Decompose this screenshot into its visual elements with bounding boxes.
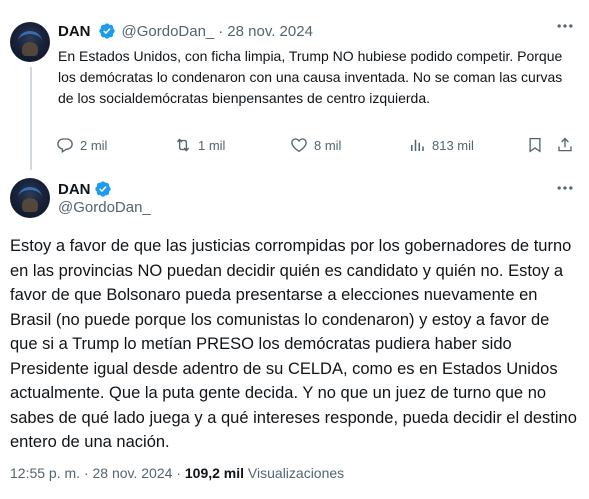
bookmark-button[interactable] bbox=[526, 136, 544, 154]
views-count: 813 mil bbox=[432, 137, 474, 153]
main-tweet-author: DAN bbox=[58, 180, 112, 198]
verified-badge-icon bbox=[98, 23, 115, 39]
author-name[interactable]: DAN bbox=[58, 181, 91, 198]
repost-count: 1 mil bbox=[198, 137, 226, 153]
views-icon bbox=[411, 139, 424, 151]
tweet-date[interactable]: 28 nov. 2024 bbox=[227, 23, 313, 40]
separator: · bbox=[83, 465, 89, 481]
separator: · bbox=[218, 22, 224, 40]
avatar[interactable] bbox=[10, 22, 50, 62]
like-button[interactable]: 8 mil bbox=[290, 136, 341, 154]
views-count: 109,2 mil bbox=[184, 465, 245, 481]
like-count: 8 mil bbox=[314, 137, 342, 153]
views-button[interactable]: 813 mil bbox=[408, 136, 474, 154]
reply-button[interactable]: 2 mil bbox=[56, 136, 107, 154]
repost-button[interactable]: 1 mil bbox=[174, 136, 225, 154]
share-button[interactable] bbox=[556, 136, 574, 154]
reply-tweet-header: DAN @GordoDan_ · 28 nov. 2024 bbox=[58, 22, 313, 40]
more-button[interactable] bbox=[555, 178, 575, 203]
more-button[interactable] bbox=[555, 16, 575, 41]
author-name[interactable]: DAN bbox=[58, 23, 91, 40]
thread-line bbox=[30, 67, 32, 170]
repost-icon bbox=[176, 138, 190, 152]
more-icon bbox=[557, 24, 573, 28]
share-icon bbox=[558, 137, 572, 152]
more-icon bbox=[557, 186, 573, 190]
tweet-metadata: 12:55 p. m. · 28 nov. 2024 · 109,2 mil V… bbox=[10, 465, 344, 481]
reply-icon bbox=[57, 138, 73, 153]
bookmark-icon bbox=[529, 137, 541, 153]
tweet-time[interactable]: 12:55 p. m. bbox=[10, 465, 80, 481]
separator: · bbox=[176, 465, 181, 481]
tweet-date[interactable]: 28 nov. 2024 bbox=[93, 465, 173, 481]
action-bar: 2 mil 1 mil 8 mil 813 mil bbox=[56, 136, 576, 158]
author-handle[interactable]: @GordoDan_ bbox=[58, 199, 151, 216]
reply-count: 2 mil bbox=[80, 137, 108, 153]
like-icon bbox=[291, 138, 307, 153]
main-tweet-text: Estoy a favor de que las justicias corro… bbox=[10, 237, 577, 451]
views-label: Visualizaciones bbox=[247, 465, 345, 481]
verified-badge-icon bbox=[94, 181, 111, 197]
avatar[interactable] bbox=[10, 178, 50, 218]
author-handle[interactable]: @GordoDan_ bbox=[122, 23, 215, 40]
reply-tweet-text: En Estados Unidos, con ficha limpia, Tru… bbox=[58, 48, 563, 106]
